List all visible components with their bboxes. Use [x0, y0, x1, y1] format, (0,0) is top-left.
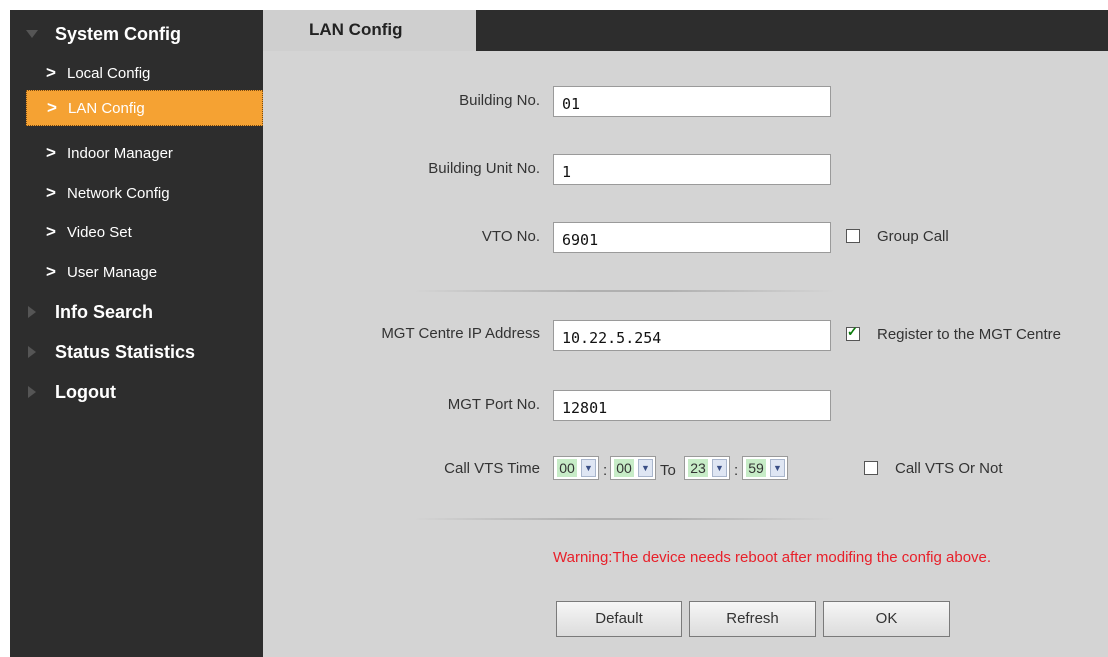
reboot-warning-text: Warning:The device needs reboot after mo… [553, 549, 992, 566]
start-hour-select[interactable]: 00 ▼ [553, 456, 599, 480]
sidebar-section-logout[interactable]: Logout [10, 374, 263, 410]
sidebar-section-label: Status Statistics [55, 342, 196, 362]
group-call-label: Group Call [877, 228, 949, 245]
mgt-ip-input[interactable]: 10.22.5.254 [553, 320, 831, 351]
tab-lan-config[interactable]: LAN Config [263, 10, 476, 51]
mgt-port-label: MGT Port No. [447, 396, 540, 413]
sidebar-item-user-manage[interactable]: > User Manage [26, 255, 263, 291]
end-hour-select[interactable]: 23 ▼ [684, 456, 730, 480]
collapsed-triangle-icon [28, 386, 36, 398]
end-minute-select[interactable]: 59 ▼ [742, 456, 788, 480]
call-vts-or-not-checkbox[interactable] [864, 461, 878, 475]
building-no-input[interactable]: 01 [553, 86, 831, 117]
mgt-ip-label: MGT Centre IP Address [381, 325, 540, 342]
chevron-right-icon: > [46, 183, 56, 202]
sidebar-item-label: Network Config [67, 185, 170, 202]
to-label: To [660, 462, 676, 479]
sidebar-item-label: Indoor Manager [67, 145, 173, 162]
sidebar-item-label: Local Config [67, 65, 151, 82]
time-colon: : [603, 462, 608, 479]
start-minute-select[interactable]: 00 ▼ [610, 456, 656, 480]
group-call-checkbox[interactable] [846, 229, 860, 243]
end-minute-value: 59 [746, 459, 766, 477]
collapsed-triangle-icon [28, 346, 36, 358]
sidebar-section-label: System Config [55, 24, 182, 44]
sidebar-item-label: User Manage [67, 264, 158, 281]
sidebar-section-label: Logout [55, 382, 116, 402]
dropdown-arrow-icon: ▼ [638, 459, 653, 477]
vto-no-label: VTO No. [481, 228, 540, 245]
section-divider [413, 518, 835, 520]
register-mgt-checkbox[interactable] [846, 324, 860, 341]
sidebar-section-info-search[interactable]: Info Search [10, 294, 263, 330]
sidebar-section-status-statistics[interactable]: Status Statistics [10, 334, 263, 370]
tab-label: LAN Config [309, 20, 403, 39]
end-hour-value: 23 [688, 459, 708, 477]
ok-button[interactable]: OK [823, 601, 950, 637]
vto-no-input[interactable]: 6901 [553, 222, 831, 253]
expanded-triangle-icon [26, 30, 38, 38]
sidebar-item-video-set[interactable]: > Video Set [26, 215, 263, 251]
section-divider [413, 290, 835, 292]
sidebar-item-local-config[interactable]: > Local Config [26, 56, 263, 92]
sidebar-section-label: Info Search [55, 302, 154, 322]
chevron-right-icon: > [46, 63, 56, 82]
register-mgt-label: Register to the MGT Centre [877, 326, 1061, 343]
sidebar-nav: System Config > Local Config > LAN Confi… [10, 10, 263, 657]
building-unit-no-label: Building Unit No. [428, 160, 540, 177]
chevron-right-icon: > [46, 262, 56, 281]
dropdown-arrow-icon: ▼ [770, 459, 785, 477]
collapsed-triangle-icon [28, 306, 36, 318]
call-vts-or-not-label: Call VTS Or Not [895, 460, 1003, 477]
dropdown-arrow-icon: ▼ [581, 459, 596, 477]
sidebar-item-label: LAN Config [68, 100, 145, 117]
start-hour-value: 00 [557, 459, 577, 477]
sidebar-section-system-config[interactable]: System Config [10, 16, 263, 52]
time-colon: : [734, 462, 739, 479]
refresh-button[interactable]: Refresh [689, 601, 816, 637]
dropdown-arrow-icon: ▼ [712, 459, 727, 477]
building-unit-no-input[interactable]: 1 [553, 154, 831, 185]
mgt-port-input[interactable]: 12801 [553, 390, 831, 421]
sidebar-item-label: Video Set [67, 224, 132, 241]
sidebar-item-lan-config[interactable]: > LAN Config [26, 90, 263, 126]
chevron-right-icon: > [47, 98, 57, 117]
default-button[interactable]: Default [556, 601, 682, 637]
sidebar-item-network-config[interactable]: > Network Config [26, 176, 263, 212]
start-minute-value: 00 [614, 459, 634, 477]
building-no-label: Building No. [459, 92, 540, 109]
chevron-right-icon: > [46, 143, 56, 162]
sidebar-item-indoor-manager[interactable]: > Indoor Manager [26, 136, 263, 172]
lan-config-panel [263, 51, 1108, 657]
chevron-right-icon: > [46, 222, 56, 241]
call-vts-time-label: Call VTS Time [444, 460, 540, 477]
